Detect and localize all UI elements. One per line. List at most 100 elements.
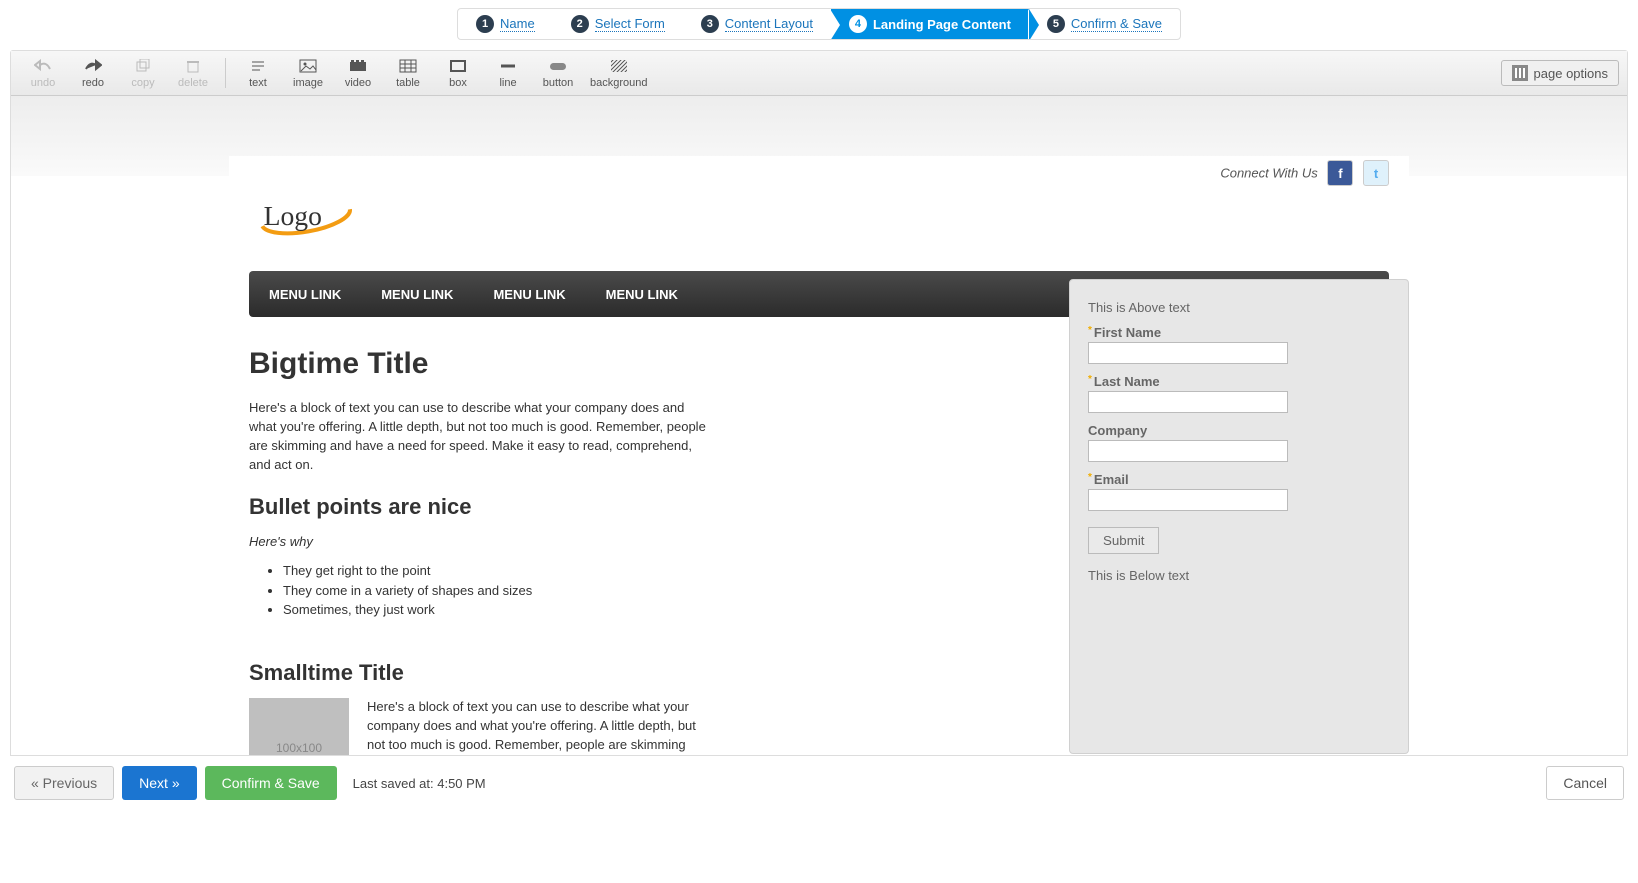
box-button[interactable]: box	[434, 55, 482, 91]
image-icon	[299, 57, 317, 75]
subheading-bullets[interactable]: Bullet points are nice	[249, 494, 1029, 520]
confirm-save-button[interactable]: Confirm & Save	[205, 766, 337, 800]
background-icon	[610, 57, 628, 75]
copy-button[interactable]: copy	[119, 55, 167, 91]
smalltime-p1[interactable]: Here's a block of text you can use to de…	[367, 698, 707, 755]
wizard-step-4[interactable]: 4 Landing Page Content	[831, 9, 1029, 39]
image-button[interactable]: image	[284, 55, 332, 91]
field-label: *Last Name	[1088, 374, 1390, 389]
previous-button[interactable]: « Previous	[14, 766, 114, 800]
form-field-email: *Email	[1088, 472, 1390, 511]
step-label: Name	[500, 16, 535, 32]
step-number-icon: 2	[571, 15, 589, 33]
bullet-item[interactable]: They come in a variety of shapes and siz…	[283, 581, 1029, 601]
video-icon	[349, 57, 367, 75]
heres-why-label[interactable]: Here's why	[249, 534, 1029, 549]
image-placeholder-label: 100x100	[276, 741, 322, 755]
required-icon: *	[1088, 374, 1092, 385]
landing-page-canvas[interactable]: Connect With Us f t Logo MENU LINK MENU L…	[229, 156, 1409, 755]
nav-link-1[interactable]: MENU LINK	[381, 287, 453, 302]
redo-button[interactable]: redo	[69, 55, 117, 91]
text-button[interactable]: text	[234, 55, 282, 91]
logo[interactable]: Logo	[249, 192, 1389, 245]
required-icon: *	[1088, 325, 1092, 336]
step-number-icon: 3	[701, 15, 719, 33]
field-label: Company	[1088, 423, 1390, 438]
canvas-area[interactable]: Connect With Us f t Logo MENU LINK MENU L…	[11, 96, 1627, 755]
form-panel[interactable]: This is Above text *First Name *Last Name…	[1069, 279, 1409, 754]
sliders-icon	[1512, 65, 1528, 81]
copy-icon	[135, 57, 151, 75]
field-input-first-name[interactable]	[1088, 342, 1288, 364]
image-placeholder[interactable]: 100x100	[249, 698, 349, 755]
footer-bar: « Previous Next » Confirm & Save Last sa…	[0, 756, 1638, 810]
video-button[interactable]: video	[334, 55, 382, 91]
page-options-label: page options	[1534, 66, 1608, 81]
submit-button[interactable]: Submit	[1088, 527, 1159, 554]
nav-link-3[interactable]: MENU LINK	[606, 287, 678, 302]
required-icon: *	[1088, 472, 1092, 483]
editor-toolbar: undo redo copy delete text image video	[11, 51, 1627, 96]
editor-frame: undo redo copy delete text image video	[10, 50, 1628, 756]
delete-icon	[186, 57, 200, 75]
smalltime-section: Smalltime Title 100x100 Here's a block o…	[249, 660, 1029, 755]
wizard-step-2[interactable]: 2Select Form	[553, 9, 683, 39]
twitter-icon[interactable]: t	[1363, 160, 1389, 186]
page-title[interactable]: Bigtime Title	[249, 347, 1029, 381]
wizard-step-5[interactable]: 5 Confirm & Save	[1029, 9, 1180, 39]
nav-link-0[interactable]: MENU LINK	[269, 287, 341, 302]
step-number-icon: 5	[1047, 15, 1065, 33]
content-column: Bigtime Title Here's a block of text you…	[249, 347, 1029, 755]
step-label: Content Layout	[725, 16, 813, 32]
field-label: *Email	[1088, 472, 1390, 487]
step-label: Confirm & Save	[1071, 16, 1162, 32]
button-icon	[548, 57, 568, 75]
field-label: *First Name	[1088, 325, 1390, 340]
last-saved-label: Last saved at: 4:50 PM	[353, 776, 486, 791]
line-button[interactable]: line	[484, 55, 532, 91]
page-options-button[interactable]: page options	[1501, 60, 1619, 86]
table-label: table	[396, 77, 420, 89]
wizard-step-3[interactable]: 3 Content Layout	[683, 9, 831, 39]
step-label: Landing Page Content	[873, 17, 1011, 32]
background-label: background	[590, 77, 648, 89]
form-field-last-name: *Last Name	[1088, 374, 1390, 413]
table-icon	[399, 57, 417, 75]
bullet-item[interactable]: Sometimes, they just work	[283, 600, 1029, 620]
form-below-text[interactable]: This is Below text	[1088, 568, 1390, 583]
redo-label: redo	[82, 77, 104, 89]
button-button[interactable]: button	[534, 55, 582, 91]
table-button[interactable]: table	[384, 55, 432, 91]
field-input-last-name[interactable]	[1088, 391, 1288, 413]
text-icon	[250, 57, 266, 75]
facebook-icon[interactable]: f	[1327, 160, 1353, 186]
redo-icon	[84, 57, 102, 75]
delete-button[interactable]: delete	[169, 55, 217, 91]
line-icon	[499, 57, 517, 75]
delete-label: delete	[178, 77, 208, 89]
field-input-email[interactable]	[1088, 489, 1288, 511]
video-label: video	[345, 77, 371, 89]
copy-label: copy	[131, 77, 154, 89]
image-label: image	[293, 77, 323, 89]
line-label: line	[499, 77, 516, 89]
next-button[interactable]: Next »	[122, 766, 196, 800]
smalltime-title[interactable]: Smalltime Title	[249, 660, 1029, 686]
undo-label: undo	[31, 77, 55, 89]
wizard-step-1[interactable]: 1Name	[458, 9, 553, 39]
logo-icon: Logo	[249, 192, 379, 242]
form-above-text[interactable]: This is Above text	[1088, 300, 1390, 315]
wizard-steps: 1Name2Select Form 3 Content Layout 4 Landing…	[0, 0, 1638, 44]
field-input-company[interactable]	[1088, 440, 1288, 462]
bullet-list[interactable]: They get right to the pointThey come in …	[283, 561, 1029, 620]
connect-row: Connect With Us f t	[249, 156, 1389, 186]
cancel-button[interactable]: Cancel	[1546, 766, 1624, 800]
nav-link-2[interactable]: MENU LINK	[493, 287, 565, 302]
step-number-icon: 4	[849, 15, 867, 33]
undo-icon	[34, 57, 52, 75]
bullet-item[interactable]: They get right to the point	[283, 561, 1029, 581]
intro-paragraph[interactable]: Here's a block of text you can use to de…	[249, 399, 709, 474]
undo-button[interactable]: undo	[19, 55, 67, 91]
background-button[interactable]: background	[584, 55, 654, 91]
connect-label: Connect With Us	[1220, 166, 1317, 181]
